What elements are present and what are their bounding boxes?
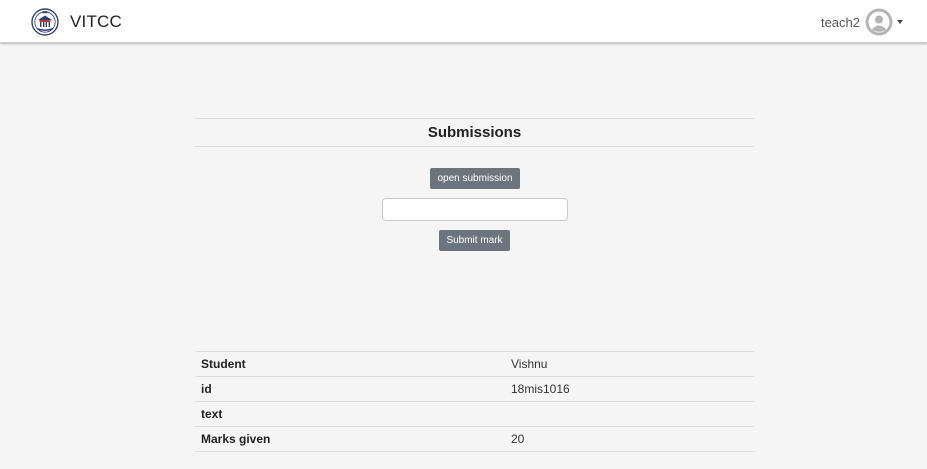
mark-input[interactable] — [382, 198, 568, 221]
submit-mark-button[interactable]: Submit mark — [439, 230, 510, 251]
table-row: text — [195, 401, 754, 427]
page-title: Submissions — [195, 118, 754, 147]
username-label: teach2 — [820, 14, 860, 30]
row-value-text — [505, 401, 754, 427]
top-navbar: VITCC teach2 — [0, 0, 927, 43]
caret-down-icon[interactable] — [897, 20, 903, 24]
table-row: Student Vishnu — [195, 351, 754, 377]
row-value-marks: 20 — [505, 426, 754, 452]
brand-link[interactable]: VITCC — [31, 8, 122, 36]
row-value-id: 18mis1016 — [505, 376, 754, 402]
brand-name: VITCC — [70, 12, 122, 31]
table-row: Marks given 20 — [195, 426, 754, 452]
row-key-text: text — [195, 401, 505, 427]
row-key-id: id — [195, 376, 505, 402]
table-row: id 18mis1016 — [195, 376, 754, 402]
submission-details-table: Student Vishnu id 18mis1016 text Marks g… — [195, 351, 754, 452]
row-key-student: Student — [195, 351, 505, 377]
row-value-student: Vishnu — [505, 351, 754, 377]
university-logo-icon — [31, 8, 59, 36]
row-key-marks: Marks given — [195, 426, 505, 452]
user-menu[interactable]: teach2 — [821, 8, 903, 36]
user-avatar-icon — [865, 8, 893, 36]
open-submission-button[interactable]: open submission — [430, 168, 520, 189]
